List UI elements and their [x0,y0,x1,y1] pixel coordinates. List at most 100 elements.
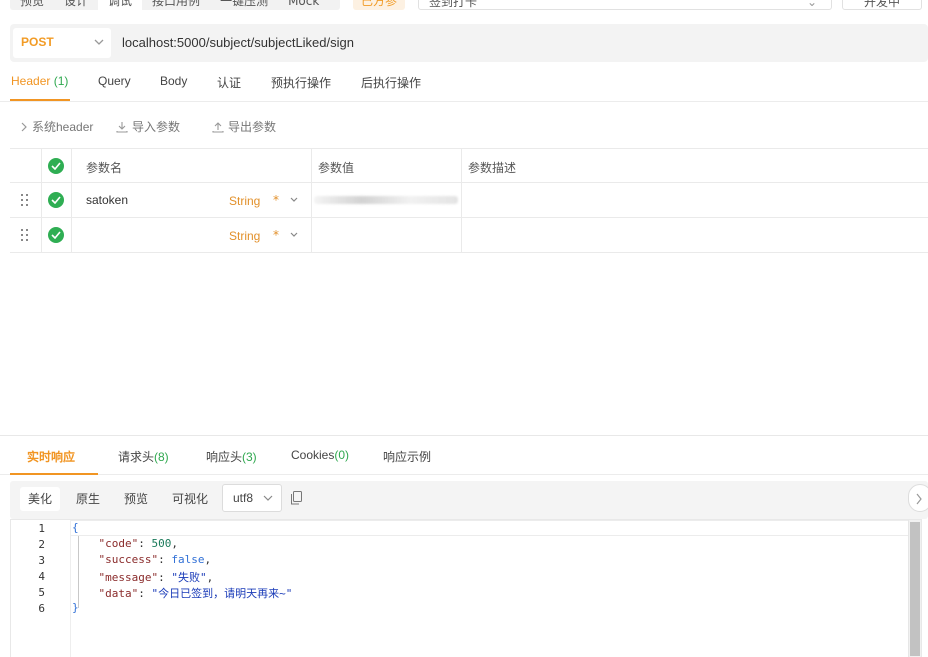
required-marker[interactable]: * [273,228,279,242]
row-enabled-check-icon[interactable] [48,227,64,243]
header-actions: 系统header 导入参数 导出参数 [0,102,928,148]
tab-post-operations[interactable]: 后执行操作 [361,74,421,91]
raw-button[interactable]: 原生 [68,487,108,511]
tab-response-headers-label: 响应头 [206,450,243,464]
url-input[interactable]: localhost:5000/subject/subjectLiked/sign [122,35,354,50]
code-line: } [72,601,79,617]
code-line: "code": 500, [98,537,179,550]
drag-cell [10,183,41,217]
upload-icon [212,121,224,133]
method-label: POST [21,35,54,49]
tab-mock[interactable]: Mock [278,0,329,10]
tab-response-example[interactable]: 响应示例 [383,448,431,465]
line-number-gutter: 1 2 3 4 5 6 [11,520,71,657]
name-cell: String * [71,218,311,252]
tab-request-headers-count: (8) [154,450,169,464]
json-value: "失败" [171,571,207,584]
json-close-brace: } [72,601,79,614]
pretty-button[interactable]: 美化 [20,487,61,511]
line-number: 5 [38,586,45,599]
env-button[interactable]: 已方参 [353,0,405,10]
drag-handle-icon[interactable] [21,194,29,206]
chevron-down-icon [94,39,104,45]
api-name-select[interactable]: 签到打卡 ⌄ [418,0,832,10]
visualize-button[interactable]: 可视化 [164,487,216,511]
line-number: 3 [38,554,45,567]
collapse-panel-button[interactable] [908,484,928,512]
chevron-right-icon [916,493,922,505]
api-mode-tabs[interactable]: 预览 设计 调试 接口用例 一键压测 Mock [10,0,340,10]
drag-column-header [10,149,41,182]
json-key: "message" [98,571,159,584]
chevron-right-icon [21,122,27,131]
tab-response-headers[interactable]: 响应头(3) [206,448,257,465]
json-key: "code" [98,537,139,550]
value-column-header: 参数值 [311,149,461,182]
request-tabs: Header (1) Query Body 认证 预执行操作 后执行操作 [0,62,928,102]
tab-header-count: (1) [53,74,69,88]
value-cell[interactable] [311,218,461,252]
preview-button[interactable]: 预览 [116,487,156,511]
row-enabled-check-icon[interactable] [48,192,64,208]
table-row: String * [10,218,928,253]
method-select[interactable]: POST [13,28,111,58]
export-params-label: 导出参数 [228,120,277,134]
tab-realtime-response[interactable]: 实时响应 [27,448,75,465]
chevron-down-icon[interactable] [288,194,300,206]
tab-design[interactable]: 设计 [54,0,98,10]
tab-debug[interactable]: 调试 [98,0,143,10]
required-marker[interactable]: * [273,193,279,207]
tab-auth[interactable]: 认证 [217,74,241,91]
value-cell[interactable] [311,183,461,217]
line-number: 4 [38,570,45,583]
tab-body[interactable]: Body [160,74,187,88]
check-column-header [41,149,71,182]
select-all-check-icon[interactable] [48,158,64,174]
param-name-input[interactable]: satoken [86,193,128,207]
active-tab-indicator [10,99,70,101]
vertical-scrollbar[interactable] [908,520,921,657]
scrollbar-thumb[interactable] [910,522,920,656]
tab-pre-operations[interactable]: 预执行操作 [271,74,331,91]
json-value: "今日已签到，请明天再来~" [151,587,293,600]
tab-cookies-count: (0) [334,448,350,462]
description-cell[interactable] [461,183,928,217]
param-type-select[interactable]: String [229,194,260,208]
line-number: 2 [38,538,45,551]
line-number: 1 [38,522,45,535]
table-row: satoken String * [10,183,928,218]
response-tabs: 实时响应 请求头(8) 响应头(3) Cookies(0) 响应示例 [0,435,928,475]
param-type-select[interactable]: String [229,229,260,243]
tab-cases[interactable]: 接口用例 [142,0,210,10]
description-column-header: 参数描述 [461,149,928,182]
json-value: false [171,553,205,566]
url-bar: POST localhost:5000/subject/subjectLiked… [10,24,928,62]
chevron-down-icon: ⌄ [806,0,817,9]
check-cell [41,183,71,217]
api-name-value: 签到打卡 [429,0,478,9]
tab-query[interactable]: Query [98,74,131,88]
status-button[interactable]: 开发中 [842,0,922,10]
response-body-editor[interactable]: 1 2 3 4 5 6 { "code": 500, "success": fa… [10,519,922,657]
tab-request-headers-label: 请求头 [118,450,155,464]
top-toolbar: 预览 设计 调试 接口用例 一键压测 Mock 已方参 签到打卡 ⌄ 开发中 [0,0,928,12]
description-cell[interactable] [461,218,928,252]
drag-handle-icon[interactable] [21,229,29,241]
import-params-label: 导入参数 [132,120,181,134]
tab-request-headers[interactable]: 请求头(8) [118,448,169,465]
line-number: 6 [38,602,45,615]
json-value: 500 [151,537,172,550]
tab-cookies[interactable]: Cookies(0) [291,448,349,462]
import-params-button[interactable]: 导入参数 [116,118,180,135]
export-params-button[interactable]: 导出参数 [212,118,276,135]
chevron-down-icon[interactable] [288,229,300,241]
column-name-label: 参数名 [86,161,123,175]
copy-icon[interactable] [290,491,303,505]
system-header-toggle[interactable]: 系统header [20,118,93,135]
encoding-select[interactable]: utf8 [222,484,282,512]
tab-stress[interactable]: 一键压测 [210,0,278,10]
tab-header[interactable]: Header (1) [11,74,68,88]
check-cell [41,218,71,252]
tab-header-label: Header [11,74,51,88]
tab-preview[interactable]: 预览 [10,0,54,10]
